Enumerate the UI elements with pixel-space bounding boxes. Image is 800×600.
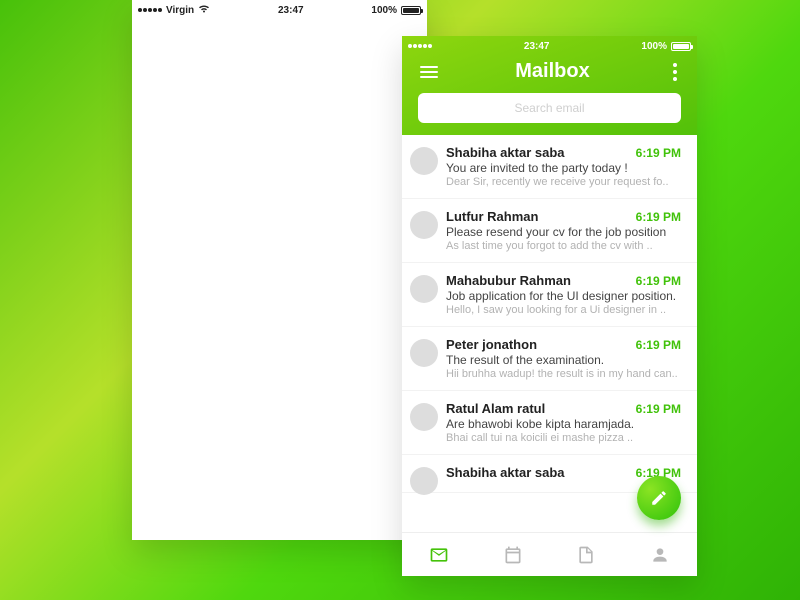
search-placeholder: Search email bbox=[514, 101, 584, 115]
avatar bbox=[410, 339, 438, 367]
phone-mailbox: 23:47 100% Mailbox Search email Shabiha … bbox=[402, 36, 697, 576]
email-subject: The result of the examination. bbox=[446, 353, 681, 367]
tab-calendar[interactable] bbox=[493, 535, 533, 575]
email-subject: Are bhawobi kobe kipta haramjada. bbox=[446, 417, 681, 431]
tab-bar bbox=[402, 532, 697, 576]
email-time: 6:19 PM bbox=[636, 402, 681, 416]
status-time: 23:47 bbox=[278, 5, 304, 16]
email-sender: Peter jonathon bbox=[446, 337, 537, 352]
calendar-icon bbox=[503, 545, 523, 565]
avatar bbox=[410, 211, 438, 239]
email-sender: Shabiha aktar saba bbox=[446, 145, 565, 160]
avatar bbox=[410, 467, 438, 495]
tab-mail[interactable] bbox=[419, 535, 459, 575]
email-sender: Lutfur Rahman bbox=[446, 209, 538, 224]
email-list[interactable]: Shabiha aktar saba6:19 PMYou are invited… bbox=[402, 135, 697, 532]
email-item[interactable]: Peter jonathon 6:19 PMThe result of the e… bbox=[402, 327, 697, 391]
phone-blank: Virgin 23:47 100% bbox=[132, 0, 427, 540]
carrier-label: Virgin bbox=[166, 5, 194, 16]
email-item[interactable]: Ratul Alam ratul 6:19 PMAre bhawobi kobe … bbox=[402, 391, 697, 455]
signal-dots-icon bbox=[138, 8, 162, 12]
email-sender: Shabiha aktar saba bbox=[446, 465, 565, 480]
wifi-icon bbox=[198, 4, 210, 16]
email-sender: Mahabubur Rahman bbox=[446, 273, 571, 288]
email-preview: Bhai call tui na koicili ei mashe pizza … bbox=[446, 432, 681, 444]
email-item[interactable]: Shabiha aktar saba 6:19 PMYou are invited… bbox=[402, 135, 697, 199]
battery-icon bbox=[401, 6, 421, 15]
email-subject: You are invited to the party today ! bbox=[446, 161, 681, 175]
more-button[interactable] bbox=[667, 63, 683, 81]
email-sender: Ratul Alam ratul bbox=[446, 401, 545, 416]
email-time: 6:19 PM bbox=[636, 146, 681, 160]
page-title: Mailbox bbox=[438, 60, 667, 83]
email-subject: Please resend your cv for the job positi… bbox=[446, 225, 681, 239]
battery-percent: 100% bbox=[641, 41, 667, 52]
battery-icon bbox=[671, 42, 691, 51]
file-icon bbox=[576, 545, 596, 565]
email-item[interactable]: Lutfur Rahman 6:19 PMPlease resend your c… bbox=[402, 199, 697, 263]
avatar bbox=[410, 403, 438, 431]
person-icon bbox=[650, 545, 670, 565]
avatar bbox=[410, 275, 438, 303]
status-time: 23:47 bbox=[524, 41, 550, 52]
pencil-icon bbox=[650, 489, 668, 507]
avatar bbox=[410, 147, 438, 175]
email-subject: Job application for the UI designer posi… bbox=[446, 289, 681, 303]
signal-dots-icon bbox=[408, 44, 432, 48]
mail-icon bbox=[429, 545, 449, 565]
tab-files[interactable] bbox=[566, 535, 606, 575]
email-time: 6:19 PM bbox=[636, 274, 681, 288]
compose-button[interactable] bbox=[637, 476, 681, 520]
email-time: 6:19 PM bbox=[636, 338, 681, 352]
menu-button[interactable] bbox=[420, 66, 438, 78]
email-item[interactable]: Mahabubur Rahman 6:19 PMJob application f… bbox=[402, 263, 697, 327]
email-preview: As last time you forgot to add the cv wi… bbox=[446, 240, 681, 252]
tab-profile[interactable] bbox=[640, 535, 680, 575]
email-preview: Dear Sir, recently we receive your reque… bbox=[446, 176, 681, 188]
status-bar: Virgin 23:47 100% bbox=[132, 0, 427, 18]
email-preview: Hello, I saw you looking for a Ui design… bbox=[446, 304, 681, 316]
search-input[interactable]: Search email bbox=[418, 93, 681, 123]
status-bar: 23:47 100% bbox=[402, 36, 697, 54]
email-preview: Hii bruhha wadup! the result is in my ha… bbox=[446, 368, 681, 380]
mailbox-header: 23:47 100% Mailbox Search email bbox=[402, 36, 697, 135]
email-time: 6:19 PM bbox=[636, 210, 681, 224]
battery-percent: 100% bbox=[371, 5, 397, 16]
